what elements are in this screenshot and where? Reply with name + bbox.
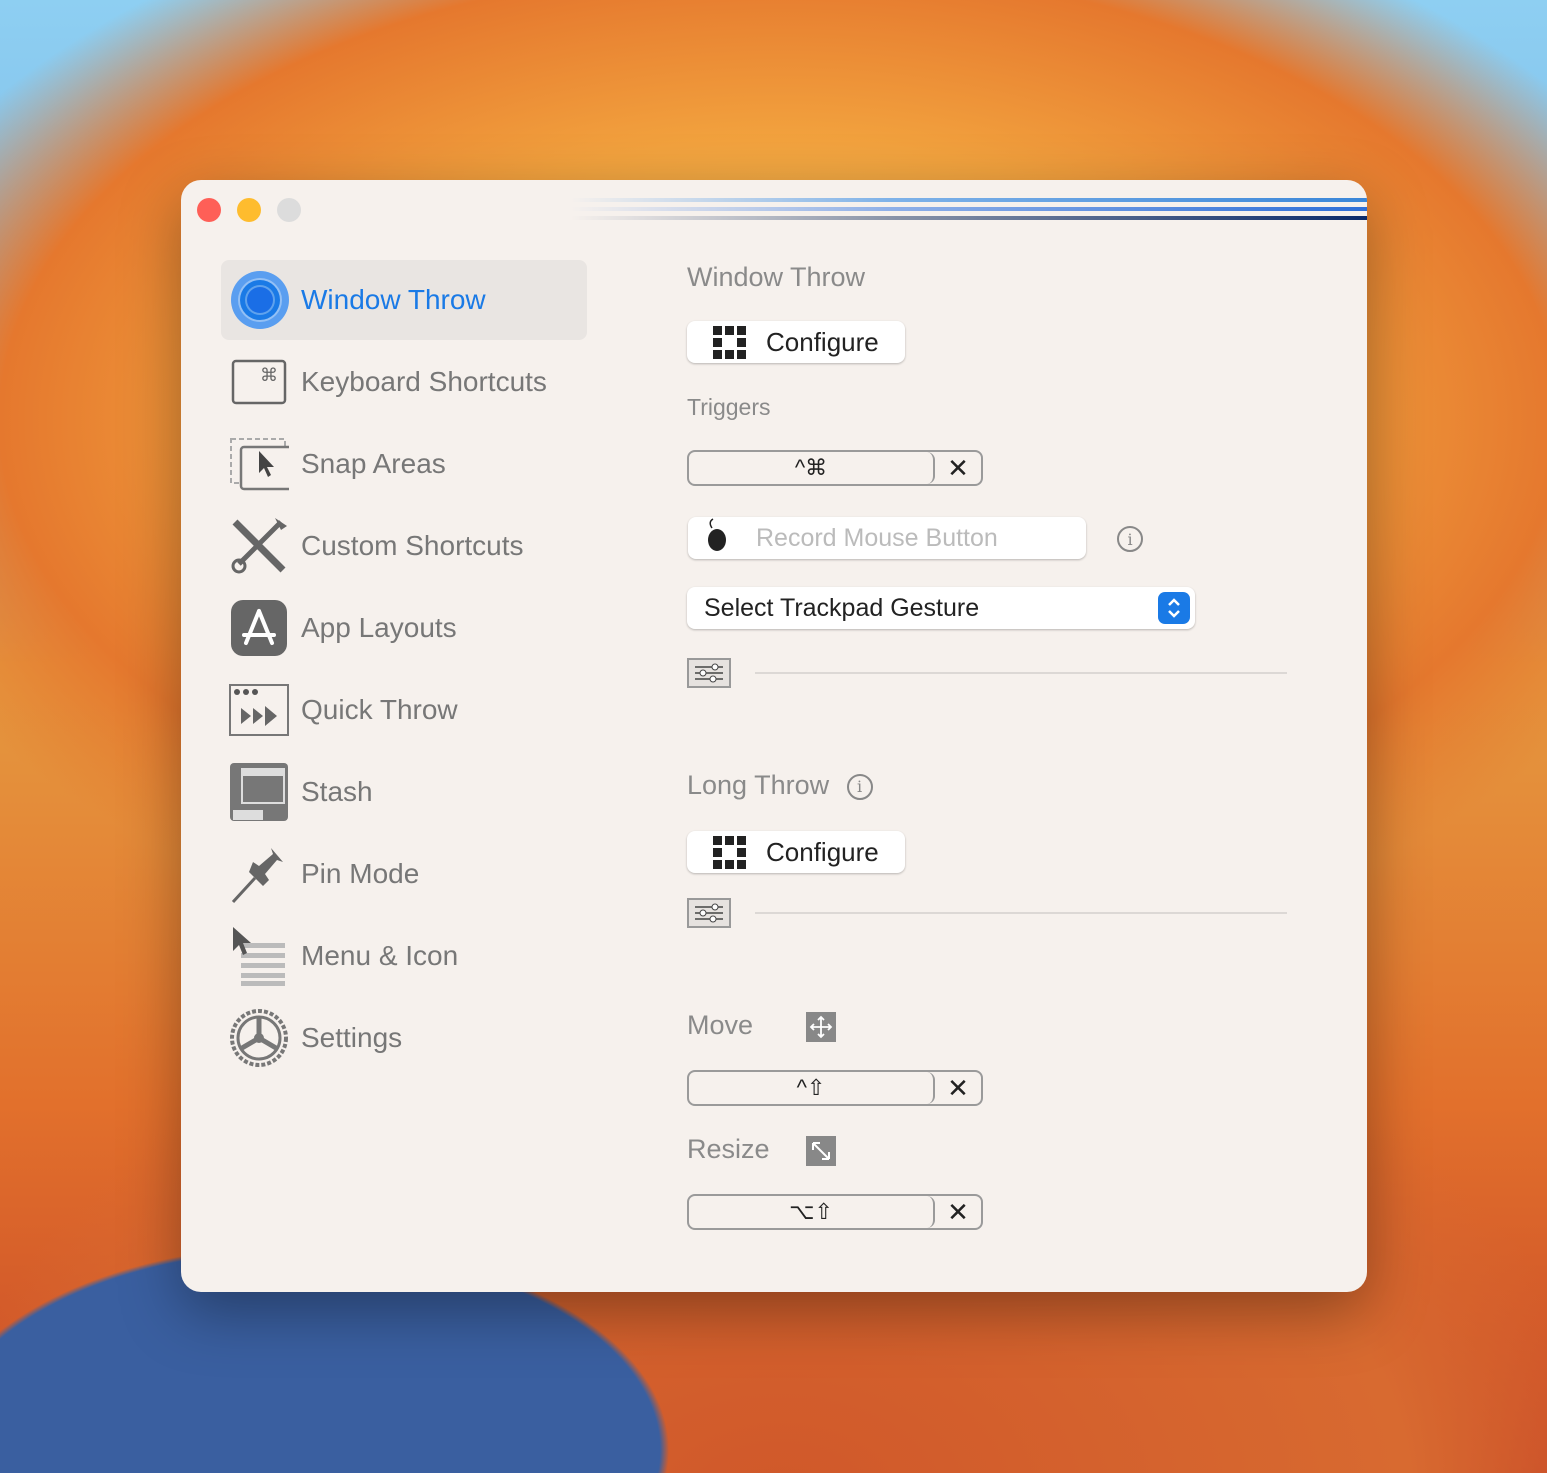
mouse-icon (704, 517, 730, 559)
sidebar-item-menu-icon[interactable]: Menu & Icon (221, 916, 587, 996)
menu-cursor-icon (229, 926, 289, 986)
sliders-icon[interactable] (687, 898, 731, 928)
stash-icon (229, 762, 289, 822)
move-shortcut-field[interactable]: ^⇧ ✕ (687, 1070, 983, 1106)
sidebar-item-label: App Layouts (301, 612, 457, 643)
target-icon (229, 270, 289, 330)
settings-window: Window Throw ⌘ Keyboard Shortcuts Snap A… (181, 180, 1367, 1292)
quick-throw-icon (229, 680, 289, 740)
record-mouse-button-field[interactable]: Record Mouse Button (688, 517, 1086, 559)
sidebar-item-label: Settings (301, 1022, 403, 1053)
app-store-icon (229, 598, 289, 658)
sidebar-item-label: Stash (301, 776, 373, 807)
sidebar-item-snap-areas[interactable]: Snap Areas (221, 424, 587, 504)
shortcut-keys[interactable]: ^⇧ (689, 1072, 935, 1104)
configure-label: Configure (766, 836, 879, 867)
command-key-icon: ⌘ (229, 352, 289, 412)
tools-icon (229, 516, 289, 576)
move-label: Move (687, 1010, 754, 1040)
sidebar-item-label: Keyboard Shortcuts (301, 366, 547, 397)
info-icon[interactable]: i (846, 773, 873, 800)
sidebar-item-custom-shortcuts[interactable]: Custom Shortcuts (221, 506, 587, 586)
sidebar-item-label: Pin Mode (301, 858, 420, 889)
pin-icon (229, 844, 289, 904)
sidebar-item-settings[interactable]: Settings (221, 998, 587, 1078)
divider (755, 672, 1287, 674)
sidebar-item-label: Menu & Icon (301, 940, 459, 971)
sliders-icon[interactable] (687, 658, 731, 688)
sidebar-item-stash[interactable]: Stash (221, 752, 587, 832)
close-button[interactable] (197, 198, 221, 222)
triggers-label: Triggers (687, 394, 771, 420)
grid-icon (713, 835, 746, 869)
sidebar-item-window-throw[interactable]: Window Throw (221, 260, 587, 340)
long-throw-configure-button[interactable]: Configure (687, 831, 905, 873)
trackpad-gesture-select[interactable]: Select Trackpad Gesture (687, 587, 1195, 629)
zoom-button (277, 198, 301, 222)
title-decoration (571, 198, 1367, 228)
divider (755, 912, 1287, 914)
sidebar-item-quick-throw[interactable]: Quick Throw (221, 670, 587, 750)
svg-text:⌘: ⌘ (260, 365, 278, 385)
resize-label: Resize (687, 1134, 770, 1164)
gear-icon (229, 1008, 289, 1068)
sidebar-item-label: Window Throw (301, 284, 486, 315)
sidebar-item-label: Custom Shortcuts (301, 530, 524, 561)
grid-icon (713, 325, 746, 359)
move-arrows-icon (806, 1012, 836, 1042)
select-value: Select Trackpad Gesture (704, 593, 980, 622)
configure-label: Configure (766, 326, 879, 357)
shortcut-keys[interactable]: ⌥⇧ (689, 1196, 935, 1228)
sidebar-item-pin-mode[interactable]: Pin Mode (221, 834, 587, 914)
clear-shortcut-button[interactable]: ✕ (935, 1196, 981, 1228)
shortcut-keys[interactable]: ^⌘ (689, 452, 935, 484)
section-title: Window Throw (687, 262, 866, 292)
resize-shortcut-field[interactable]: ⌥⇧ ✕ (687, 1194, 983, 1230)
long-throw-label: Long Throw i (687, 770, 873, 801)
configure-button[interactable]: Configure (687, 321, 905, 363)
sidebar-item-app-layouts[interactable]: App Layouts (221, 588, 587, 668)
clear-shortcut-button[interactable]: ✕ (935, 452, 981, 484)
info-icon[interactable]: i (1117, 526, 1143, 552)
snap-cursor-icon (229, 434, 289, 494)
sidebar-item-label: Snap Areas (301, 448, 446, 479)
chevron-up-down-icon (1158, 592, 1190, 624)
trigger-shortcut-field[interactable]: ^⌘ ✕ (687, 450, 983, 486)
mouse-placeholder: Record Mouse Button (756, 523, 998, 552)
clear-shortcut-button[interactable]: ✕ (935, 1072, 981, 1104)
sidebar-item-keyboard-shortcuts[interactable]: ⌘ Keyboard Shortcuts (221, 342, 587, 422)
minimize-button[interactable] (237, 198, 261, 222)
resize-arrow-icon (806, 1136, 836, 1166)
sidebar-item-label: Quick Throw (301, 694, 458, 725)
